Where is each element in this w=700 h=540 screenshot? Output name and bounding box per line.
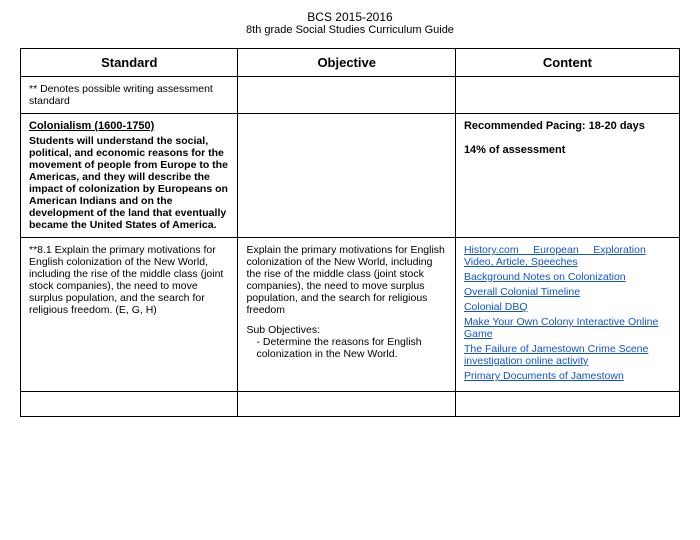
curriculum-table: Standard Objective Content ** Denotes po… <box>20 48 680 417</box>
page-header: BCS 2015-2016 8th grade Social Studies C… <box>20 10 680 36</box>
link-colony-game[interactable]: Make Your Own Colony Interactive Online … <box>464 316 671 340</box>
pacing-text: Recommended Pacing: 18-20 days <box>464 120 671 132</box>
standard-81-cell: **8.1 Explain the primary motivations fo… <box>21 238 238 392</box>
empty-standard <box>21 392 238 417</box>
table-row: ** Denotes possible writing assessment s… <box>21 77 680 114</box>
table-row: **8.1 Explain the primary motivations fo… <box>21 238 680 392</box>
table-row <box>21 392 680 417</box>
header-content: Content <box>455 49 679 77</box>
assessment-text: 14% of assessment <box>464 144 671 156</box>
page-subtitle: 8th grade Social Studies Curriculum Guid… <box>20 24 680 36</box>
sub-objectives-label: Sub Objectives: <box>246 324 446 336</box>
empty-objective <box>238 392 455 417</box>
colonialism-title: Colonialism (1600-1750) <box>29 120 154 132</box>
objective-main-text: Explain the primary motivations for Engl… <box>246 244 446 316</box>
standard-81-text: **8.1 Explain the primary motivations fo… <box>29 244 223 316</box>
colonialism-body: Students will understand the social, pol… <box>29 135 229 231</box>
header-standard: Standard <box>21 49 238 77</box>
empty-content <box>455 392 679 417</box>
colonialism-objective-cell <box>238 114 455 238</box>
objective-81-cell: Explain the primary motivations for Engl… <box>238 238 455 392</box>
colonialism-content-cell: Recommended Pacing: 18-20 days 14% of as… <box>455 114 679 238</box>
link-history-european[interactable]: History.com European Exploration Video, … <box>464 244 671 268</box>
link-jamestown-crime[interactable]: The Failure of Jamestown Crime Scene inv… <box>464 343 671 367</box>
content-empty-1 <box>455 77 679 114</box>
objective-empty-1 <box>238 77 455 114</box>
link-colonial-timeline[interactable]: Overall Colonial Timeline <box>464 286 671 298</box>
content-links-cell: History.com European Exploration Video, … <box>455 238 679 392</box>
header-objective: Objective <box>238 49 455 77</box>
colonialism-standard-cell: Colonialism (1600-1750) Students will un… <box>21 114 238 238</box>
link-background-notes[interactable]: Background Notes on Colonization <box>464 271 671 283</box>
link-colonial-dbq[interactable]: Colonial DBQ <box>464 301 671 313</box>
link-primary-docs[interactable]: Primary Documents of Jamestown <box>464 370 671 382</box>
list-item: Determine the reasons for English coloni… <box>256 336 446 360</box>
table-row: Colonialism (1600-1750) Students will un… <box>21 114 680 238</box>
denotes-cell: ** Denotes possible writing assessment s… <box>21 77 238 114</box>
page-title: BCS 2015-2016 <box>20 10 680 24</box>
sub-objectives-list: Determine the reasons for English coloni… <box>246 336 446 360</box>
sub-objectives: Sub Objectives: Determine the reasons fo… <box>246 324 446 360</box>
